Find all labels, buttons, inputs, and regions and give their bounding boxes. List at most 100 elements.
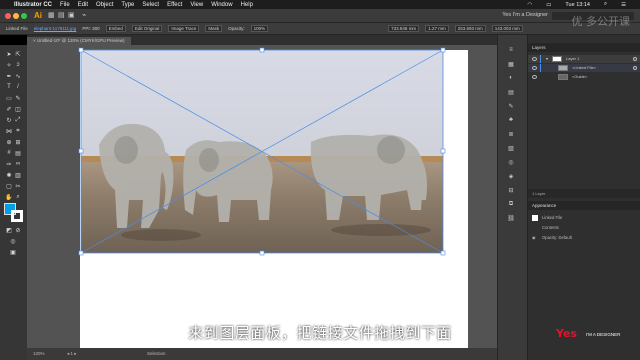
selection-tool-icon[interactable]: ➤ <box>5 50 13 58</box>
direct-selection-tool-icon[interactable]: ⇱ <box>14 50 22 58</box>
gradient-panel-icon[interactable]: ▧ <box>506 143 516 153</box>
rectangle-tool-icon[interactable]: ▭ <box>5 94 13 102</box>
edit-original-button[interactable]: Edit Original <box>131 25 163 32</box>
visibility-eye-icon[interactable]: ◉ <box>532 233 536 242</box>
menu-type[interactable]: Type <box>121 2 134 8</box>
zoom-level-field[interactable]: 120% <box>33 351 45 356</box>
x-field[interactable]: 733.848 mm <box>388 25 420 32</box>
symbols-icon[interactable]: ♣ <box>506 115 516 125</box>
artboard-tool-icon[interactable]: ▢ <box>5 182 13 190</box>
menu-window[interactable]: Window <box>211 2 232 8</box>
menu-select[interactable]: Select <box>142 2 159 8</box>
screen-mode-icon[interactable]: ▣ <box>9 248 17 256</box>
menu-edit[interactable]: Edit <box>78 2 88 8</box>
draw-mode-icon[interactable]: ◎ <box>9 237 17 245</box>
graph-tool-icon[interactable]: ▥ <box>14 171 22 179</box>
eyedropper-icon[interactable]: ✑ <box>5 160 13 168</box>
linked-filename-link[interactable]: elephant-1179111.jpg <box>34 26 77 31</box>
symbol-sprayer-icon[interactable]: ✺ <box>5 171 13 179</box>
color-mode-icon[interactable]: ◩ <box>5 226 13 234</box>
eraser-icon[interactable]: ◫ <box>14 105 22 113</box>
magic-wand-icon[interactable]: ✧ <box>5 61 13 69</box>
minimize-window-button[interactable] <box>13 13 19 19</box>
stroke-panel-icon[interactable]: ≣ <box>506 129 516 139</box>
gradient-tool-icon[interactable]: ▤ <box>14 149 22 157</box>
sublayer-name[interactable]: <Guide> <box>572 73 587 81</box>
hand-tool-icon[interactable]: ✋ <box>5 193 13 201</box>
links-icon[interactable]: ⛓ <box>506 213 516 223</box>
artboard-nav[interactable]: ◂ 1 ▸ <box>67 351 77 357</box>
curvature-tool-icon[interactable]: ∿ <box>14 72 22 80</box>
tab-document[interactable]: × Untitled-10* @ 120% (CMYK/GPU Preview) <box>27 37 131 45</box>
rotate-tool-icon[interactable]: ↻ <box>5 116 13 124</box>
pathfinder-icon[interactable]: ⧉ <box>506 199 516 209</box>
target-circle-icon[interactable] <box>633 66 637 70</box>
expand-arrow-icon[interactable]: ▾ <box>546 55 548 63</box>
gpu-icon[interactable]: ⌁ <box>82 11 86 19</box>
visibility-eye-icon[interactable] <box>532 75 537 79</box>
embed-button[interactable]: Embed <box>105 25 126 32</box>
libraries-icon[interactable]: ▦ <box>506 59 516 69</box>
app-menu[interactable]: Illustrator CC <box>14 2 52 8</box>
shaper-tool-icon[interactable]: ✐ <box>5 105 13 113</box>
spotlight-icon[interactable]: ⌕ <box>604 1 607 8</box>
lasso-icon[interactable]: ↄ <box>14 61 22 69</box>
paintbrush-icon[interactable]: ✎ <box>14 94 22 102</box>
stroke-swatch[interactable] <box>11 210 23 222</box>
mask-button[interactable]: Mask <box>205 25 223 32</box>
sublayer-name[interactable]: <Linked File> <box>572 64 596 72</box>
mesh-tool-icon[interactable]: # <box>5 149 13 157</box>
pen-tool-icon[interactable]: ✒ <box>5 72 13 80</box>
appearance-header-row[interactable]: Linked File <box>528 213 640 222</box>
stock-icon[interactable]: ▤ <box>58 11 65 19</box>
width-tool-icon[interactable]: ⋈ <box>5 127 13 135</box>
close-window-button[interactable] <box>5 13 11 19</box>
visibility-eye-icon[interactable] <box>532 66 537 70</box>
visibility-eye-icon[interactable] <box>532 57 537 61</box>
arrange-documents-icon[interactable]: ▣ <box>68 11 75 19</box>
h-field[interactable]: 143.003 mm <box>491 25 523 32</box>
menu-file[interactable]: File <box>60 2 70 8</box>
image-trace-button[interactable]: Image Trace <box>168 25 200 32</box>
scale-tool-icon[interactable]: ⤢ <box>14 116 22 124</box>
line-tool-icon[interactable]: / <box>14 83 22 91</box>
y-field[interactable]: 1.27 mm <box>425 25 449 32</box>
type-tool-icon[interactable]: T <box>5 83 13 91</box>
slice-tool-icon[interactable]: ✂ <box>14 182 22 190</box>
appearance-panel-title[interactable]: Appearance <box>528 201 640 210</box>
clock[interactable]: Tue 13:14 <box>565 2 590 8</box>
canvas-area[interactable] <box>27 45 497 350</box>
appearance-opacity-label[interactable]: Opacity: Default <box>542 233 572 242</box>
appearance-row-contents[interactable]: Contents <box>528 223 640 232</box>
zoom-window-button[interactable] <box>21 13 27 19</box>
layer-name[interactable]: Layer 1 <box>566 55 579 63</box>
brushes-icon[interactable]: ✎ <box>506 101 516 111</box>
transparency-icon[interactable]: ◎ <box>506 157 516 167</box>
opacity-field[interactable]: 100% <box>250 25 269 32</box>
battery-icon[interactable]: ▭ <box>546 2 551 8</box>
perspective-grid-icon[interactable]: ⊞ <box>14 138 22 146</box>
appearance-row-opacity[interactable]: ◉ Opacity: Default <box>528 233 640 242</box>
properties-icon[interactable]: ≡ <box>506 45 516 55</box>
status-mode[interactable]: Selection <box>147 351 166 356</box>
menu-help[interactable]: Help <box>241 2 253 8</box>
menu-effect[interactable]: Effect <box>167 2 182 8</box>
menu-object[interactable]: Object <box>96 2 113 8</box>
zoom-tool-icon[interactable]: ⌕ <box>14 193 22 201</box>
shape-builder-icon[interactable]: ⊕ <box>5 138 13 146</box>
menu-list-icon[interactable]: ☰ <box>621 2 626 8</box>
align-icon[interactable]: ⊟ <box>506 185 516 195</box>
layers-panel-title[interactable]: Layers <box>528 43 640 52</box>
w-field[interactable]: 253.693 mm <box>454 25 486 32</box>
menu-view[interactable]: View <box>190 2 203 8</box>
layer-row-layer-1[interactable]: ▾ Layer 1 <box>528 55 640 63</box>
free-transform-icon[interactable]: ⌗ <box>14 127 22 135</box>
blend-tool-icon[interactable]: ∞ <box>14 160 22 168</box>
layer-row-linked-file[interactable]: <Linked File> <box>528 64 640 72</box>
swatches-icon[interactable]: ▤ <box>506 87 516 97</box>
appearance-panel-icon[interactable]: ◈ <box>506 171 516 181</box>
bridge-icon[interactable]: ▦ <box>48 11 55 19</box>
layer-row-guide[interactable]: <Guide> <box>528 73 640 81</box>
none-swatch-icon[interactable]: ⊘ <box>14 226 22 234</box>
target-circle-icon[interactable] <box>633 57 637 61</box>
